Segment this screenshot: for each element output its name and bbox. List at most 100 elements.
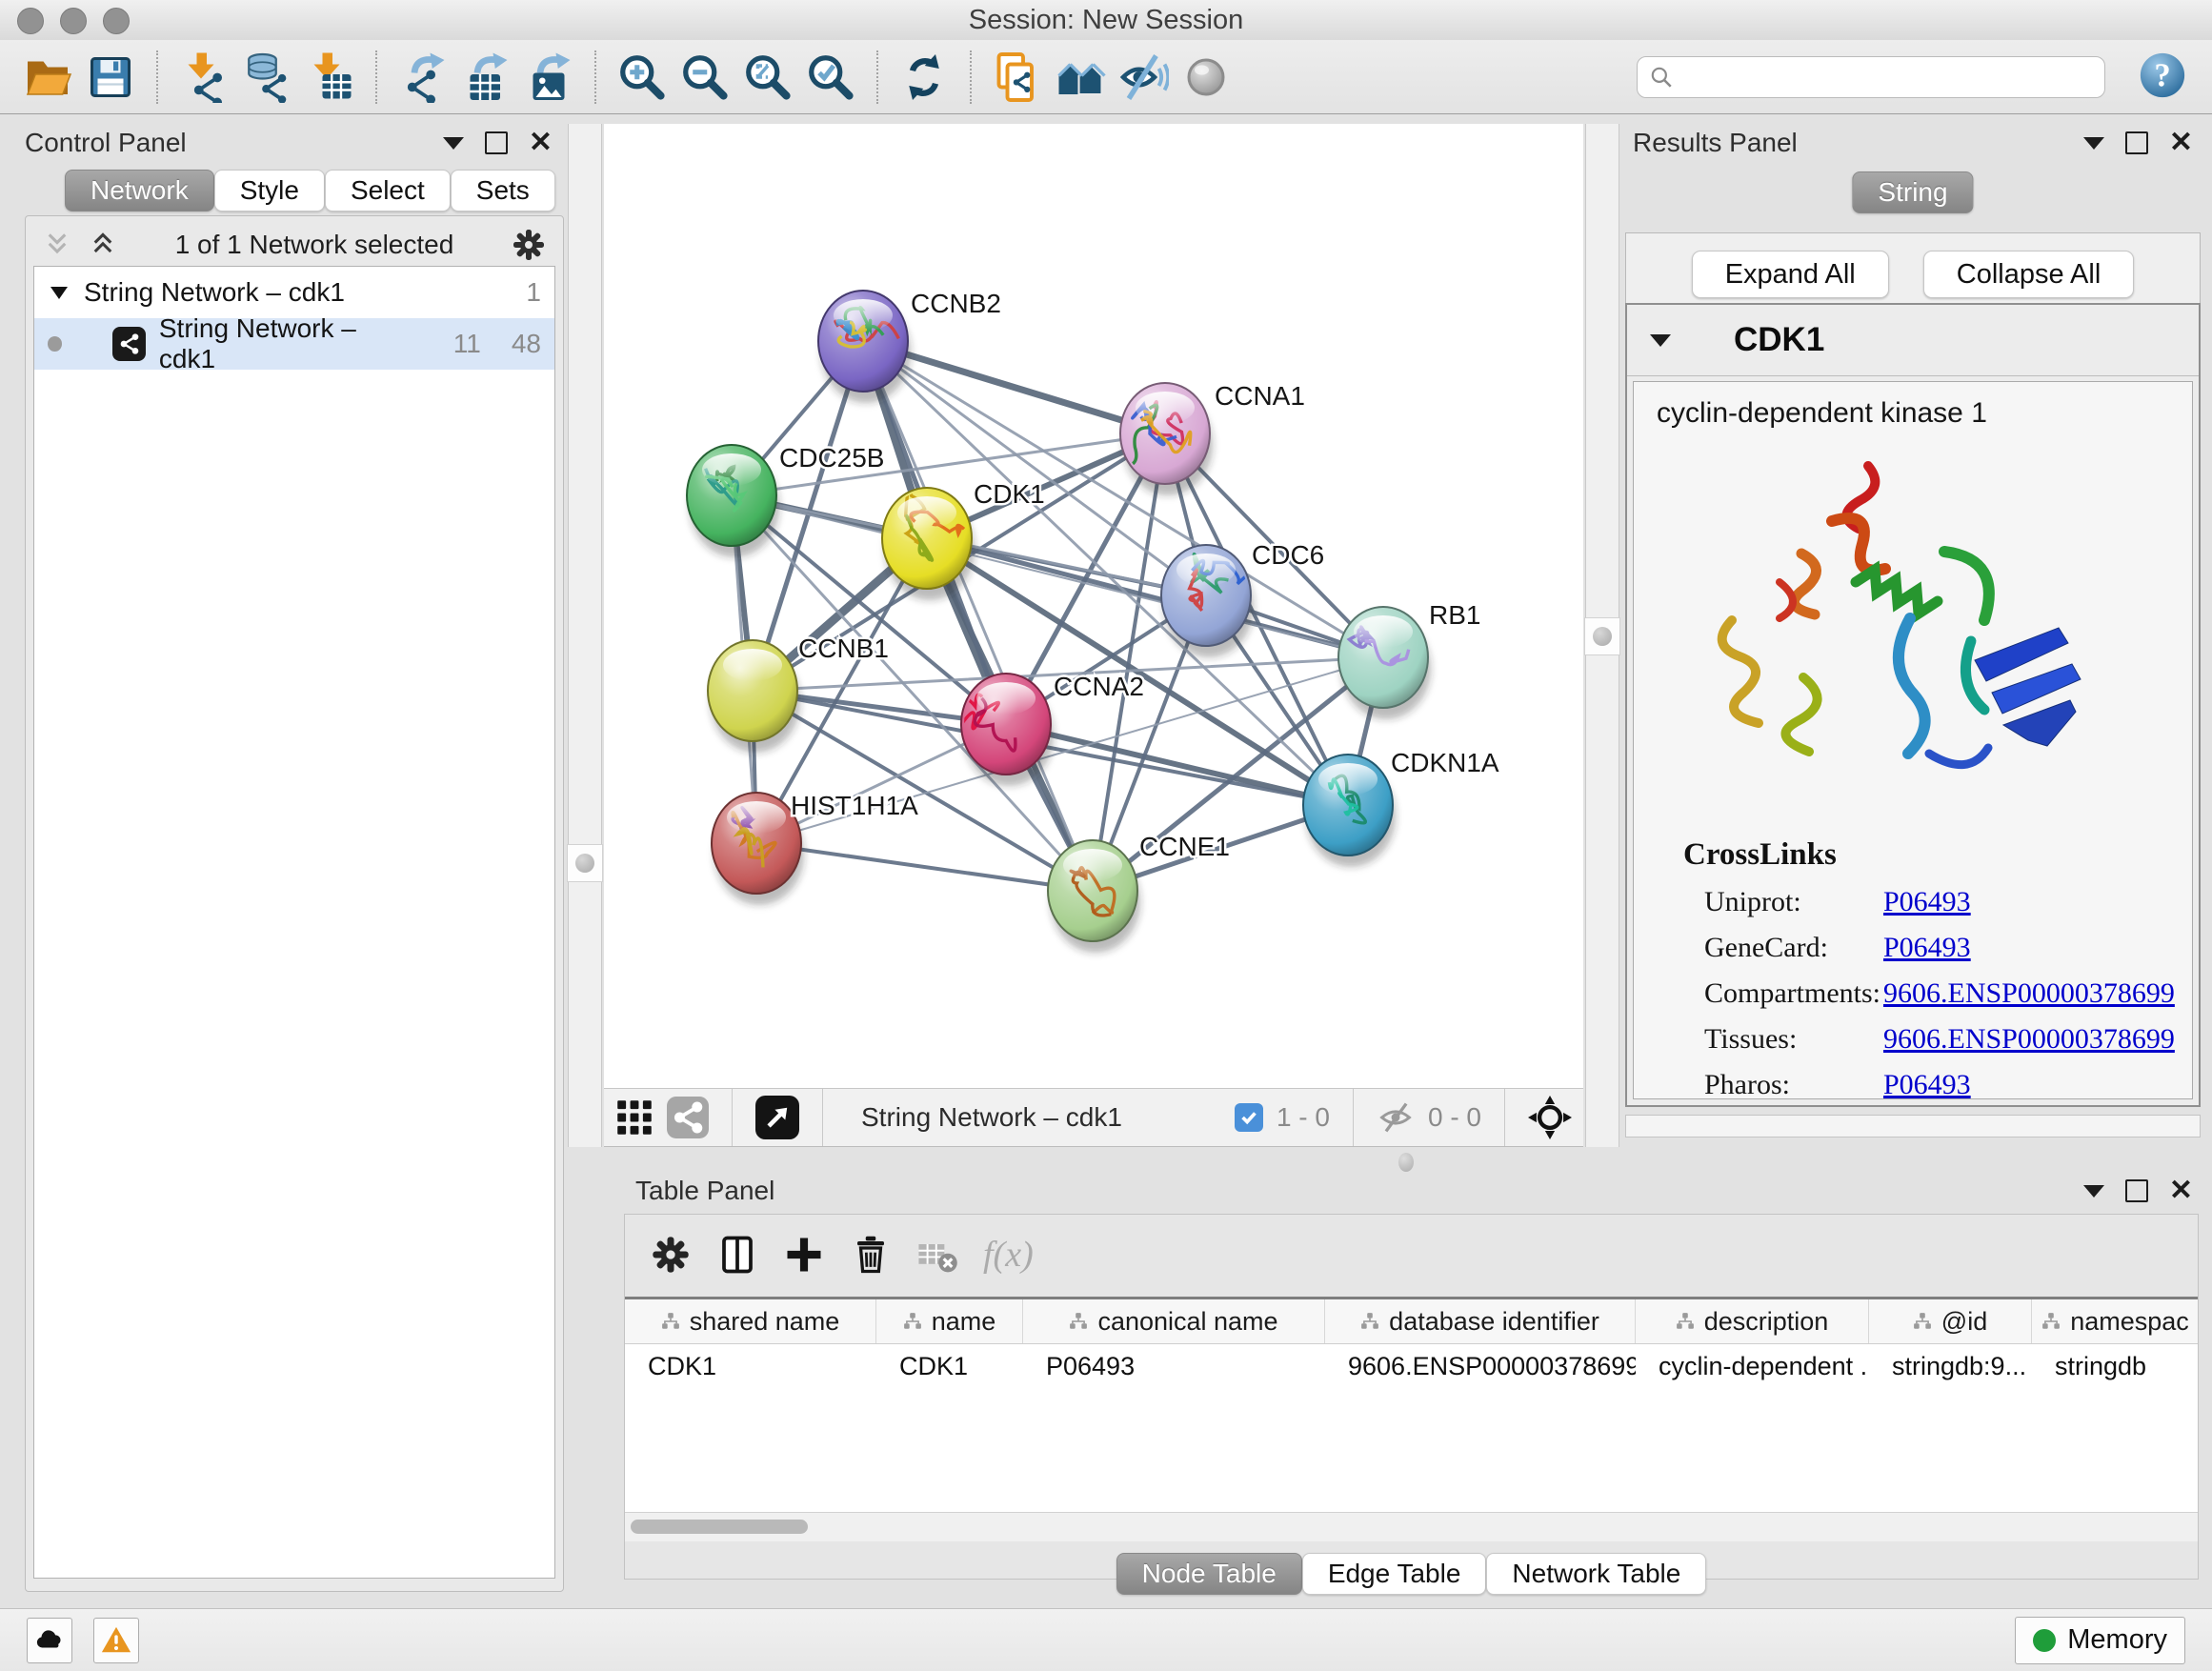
- minimize-window-button[interactable]: [60, 8, 87, 34]
- network-view-icon[interactable]: [667, 1097, 709, 1138]
- import-network-from-database-icon[interactable]: [238, 47, 295, 108]
- panel-menu-icon[interactable]: [2083, 1185, 2104, 1198]
- add-column-plus-icon[interactable]: [783, 1234, 825, 1276]
- network-node-cdc6[interactable]: CDC6: [1161, 540, 1324, 657]
- float-panel-icon[interactable]: [2125, 1179, 2148, 1202]
- column-header-name[interactable]: name: [876, 1299, 1023, 1343]
- show-columns-icon[interactable]: [716, 1234, 758, 1276]
- float-panel-icon[interactable]: [485, 131, 508, 154]
- network-node-cdkn1a[interactable]: CDKN1A: [1303, 748, 1499, 867]
- network-tree: String Network – cdk1 1 String Network –…: [33, 266, 555, 1579]
- results-scroll-track[interactable]: [1625, 1115, 2201, 1137]
- cloud-icon[interactable]: [27, 1618, 72, 1663]
- column-header-canonical-name[interactable]: canonical name: [1023, 1299, 1325, 1343]
- network-node-ccnb1[interactable]: CCNB1: [708, 634, 889, 753]
- grid-view-icon[interactable]: [615, 1098, 654, 1137]
- tab-network-table[interactable]: Network Table: [1486, 1553, 1706, 1595]
- apply-layout-refresh-icon[interactable]: [895, 47, 953, 108]
- column-header-namespac[interactable]: namespac: [2032, 1299, 2198, 1343]
- delete-column-trash-icon[interactable]: [850, 1234, 892, 1276]
- column-header-database-identifier[interactable]: database identifier: [1325, 1299, 1636, 1343]
- memory-button[interactable]: Memory: [2015, 1617, 2185, 1664]
- network-view-title: String Network – cdk1: [846, 1102, 1221, 1133]
- memory-label: Memory: [2067, 1624, 2167, 1656]
- zoom-in-icon[interactable]: [613, 47, 671, 108]
- export-table-icon[interactable]: [457, 47, 514, 108]
- left-splitter-handle[interactable]: [567, 844, 603, 882]
- column-header-shared-name[interactable]: shared name: [625, 1299, 876, 1343]
- maximize-window-button[interactable]: [103, 8, 130, 34]
- network-graph[interactable]: CCNB2CCNA1CDC25BCDK1CDC6RB1CCNB1CCNA2CDK…: [604, 124, 1583, 1088]
- help-icon[interactable]: ?: [2138, 50, 2187, 103]
- collapse-entry-icon[interactable]: [1650, 334, 1671, 347]
- open-session-icon[interactable]: [19, 47, 76, 108]
- expand-all-chevron-icon[interactable]: [43, 232, 71, 257]
- import-table-from-file-icon[interactable]: [301, 47, 358, 108]
- left-splitter[interactable]: [568, 124, 602, 1147]
- crosslink-link[interactable]: 9606.ENSP00000378699: [1883, 1023, 2175, 1056]
- network-node-ccne1[interactable]: CCNE1: [1048, 832, 1230, 953]
- horizontal-splitter-handle[interactable]: [1398, 1153, 1414, 1172]
- crosslink-link[interactable]: P06493: [1883, 1069, 1971, 1099]
- search-input[interactable]: [1681, 61, 2093, 92]
- collapse-all-button[interactable]: Collapse All: [1923, 251, 2135, 298]
- show-all-eye-icon[interactable]: [1177, 47, 1235, 108]
- network-node-rb1[interactable]: RB1: [1338, 600, 1480, 719]
- warning-icon[interactable]: [93, 1618, 139, 1663]
- column-header-description[interactable]: description: [1636, 1299, 1869, 1343]
- network-canvas[interactable]: CCNB2CCNA1CDC25BCDK1CDC6RB1CCNB1CCNA2CDK…: [604, 124, 1583, 1088]
- close-panel-icon[interactable]: ✕: [529, 133, 553, 152]
- zoom-fit-icon[interactable]: [739, 47, 796, 108]
- float-panel-icon[interactable]: [2125, 131, 2148, 154]
- expand-all-button[interactable]: Expand All: [1692, 251, 1889, 298]
- close-panel-icon[interactable]: ✕: [2169, 133, 2193, 152]
- import-network-from-file-icon[interactable]: [175, 47, 232, 108]
- save-session-icon[interactable]: [82, 47, 139, 108]
- crosslink-link[interactable]: P06493: [1883, 886, 1971, 918]
- birds-eye-view-icon[interactable]: [755, 1096, 799, 1139]
- clone-network-icon[interactable]: [989, 47, 1046, 108]
- right-splitter-handle[interactable]: [1584, 617, 1620, 655]
- gear-icon[interactable]: [512, 228, 546, 262]
- zoom-out-icon[interactable]: [676, 47, 734, 108]
- tab-select[interactable]: Select: [325, 170, 451, 211]
- toolbar-separator: [1504, 1089, 1505, 1146]
- column-header-label: @id: [1941, 1307, 1987, 1337]
- tab-network[interactable]: Network: [65, 170, 214, 211]
- crosshair-target-icon[interactable]: [1528, 1096, 1572, 1139]
- table-horizontal-scrollbar[interactable]: [625, 1512, 2198, 1541]
- tab-string[interactable]: String: [1852, 171, 1973, 213]
- network-node-cdk1[interactable]: CDK1: [882, 479, 1045, 600]
- panel-menu-icon[interactable]: [443, 137, 464, 150]
- protein-entry-header[interactable]: CDK1: [1627, 305, 2199, 376]
- table-row[interactable]: CDK1CDK1P064939606.ENSP00000378699cyclin…: [625, 1344, 2198, 1388]
- crosslink-link[interactable]: 9606.ENSP00000378699: [1883, 977, 2175, 1010]
- network-collection-row[interactable]: String Network – cdk1 1: [34, 267, 554, 318]
- network-node-hist1h1a[interactable]: HIST1H1A: [712, 791, 918, 905]
- close-window-button[interactable]: [17, 8, 44, 34]
- collapse-triangle-icon[interactable]: [48, 283, 70, 302]
- crosslink-label: GeneCard:: [1704, 932, 1883, 964]
- crosslink-link[interactable]: P06493: [1883, 932, 1971, 964]
- network-row-selected[interactable]: String Network – cdk1 11 48: [34, 318, 554, 370]
- tab-style[interactable]: Style: [214, 170, 325, 211]
- zoom-selected-icon[interactable]: [802, 47, 859, 108]
- table-cell: CDK1: [876, 1344, 1023, 1388]
- table-cell: P06493: [1023, 1344, 1325, 1388]
- export-network-icon[interactable]: [394, 47, 452, 108]
- column-header-id[interactable]: @id: [1869, 1299, 2032, 1343]
- scrollbar-thumb[interactable]: [631, 1520, 808, 1534]
- hide-selected-eye-slash-icon[interactable]: [1115, 47, 1172, 108]
- first-neighbors-icon[interactable]: [1052, 47, 1109, 108]
- tab-sets[interactable]: Sets: [451, 170, 555, 211]
- tab-node-table[interactable]: Node Table: [1116, 1553, 1302, 1595]
- window-controls: [17, 8, 130, 34]
- table-settings-gear-icon[interactable]: [650, 1234, 692, 1276]
- export-image-icon[interactable]: [520, 47, 577, 108]
- tab-edge-table[interactable]: Edge Table: [1302, 1553, 1487, 1595]
- collapse-all-chevron-icon[interactable]: [89, 232, 117, 257]
- selected-checkbox-icon[interactable]: [1235, 1103, 1263, 1132]
- close-panel-icon[interactable]: ✕: [2169, 1181, 2193, 1200]
- node-table: shared namenamecanonical namedatabase id…: [625, 1297, 2198, 1515]
- panel-menu-icon[interactable]: [2083, 137, 2104, 150]
